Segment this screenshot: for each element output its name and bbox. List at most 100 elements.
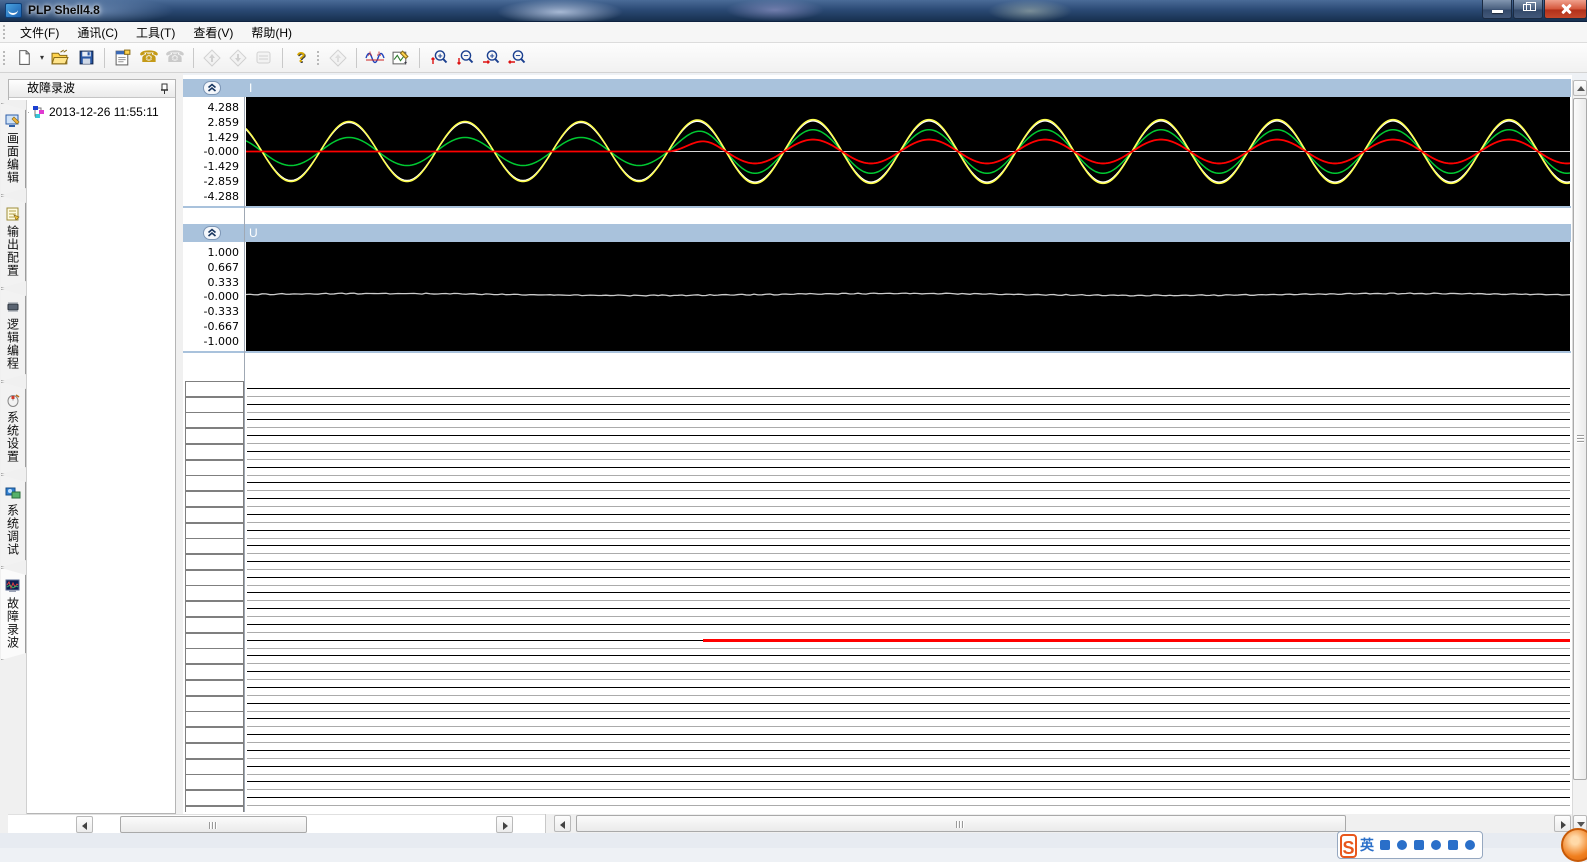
digital-row-separator [247,522,1570,523]
digital-channel-label[interactable] [185,570,244,586]
digital-channel-label[interactable] [185,806,244,812]
digital-channel-label[interactable] [185,507,244,523]
close-button[interactable] [1544,0,1587,19]
user-icon[interactable] [1431,840,1441,850]
plot-config-icon[interactable]: + [389,46,413,70]
digital-row-separator [247,538,1570,539]
svg-text:A: A [377,52,381,58]
digital-channel-label[interactable] [185,648,244,664]
sidebar-tab-系统设置[interactable]: 系统设置 [1,382,26,474]
keyboard-icon[interactable] [1414,840,1424,850]
digital-channel-label[interactable] [185,680,244,696]
help-icon[interactable]: ? [289,46,313,70]
digital-channel-label[interactable] [185,633,244,649]
digital-channel-label[interactable] [185,664,244,680]
restore-button[interactable] [1513,0,1543,19]
digital-channel-label[interactable] [185,428,244,444]
tree-item-record[interactable]: ·· 2013-12-26 11:55:11 [13,104,159,120]
ime-float-ball-icon[interactable] [1561,828,1587,862]
tree-hscrollbar [8,814,545,833]
fault-record-icon [5,579,21,593]
sidebar-tab-逻辑编程[interactable]: 逻辑编程 [1,289,26,381]
menu-item-4[interactable]: 帮助(H) [242,22,301,43]
minimize-button[interactable] [1482,0,1512,19]
digital-trace [247,671,1570,672]
title-bar[interactable]: PLP Shell4.8 [0,0,1587,22]
ime-logo-icon[interactable]: S [1340,834,1357,858]
digital-trace [247,624,1570,625]
collapse-chevron-icon[interactable] [203,226,221,240]
digital-channel-label[interactable] [185,727,244,743]
digital-channel-label[interactable] [185,397,244,413]
digital-channel-label[interactable] [185,790,244,806]
digital-channel-label[interactable] [185,444,244,460]
zoom-in-x-icon[interactable]: + [478,46,502,70]
digital-channel-label[interactable] [185,696,244,712]
svg-text:+: + [489,50,494,60]
panel-header-current[interactable]: I [183,79,1571,97]
digital-channel-label[interactable] [185,743,244,759]
open-icon[interactable] [48,46,72,70]
digital-channel-label[interactable] [185,759,244,775]
wrench-icon[interactable] [1465,840,1475,850]
digital-trace [247,750,1570,751]
scroll-up-button[interactable] [1573,80,1587,96]
pen-icon[interactable] [1380,840,1390,850]
sidebar-tab-系统调试[interactable]: 系统调试 [1,475,26,567]
y-tick-label: -0.000 [185,145,239,158]
y-tick-label: -0.333 [185,305,239,318]
digital-row-separator [247,443,1570,444]
sidebar-tab-画面编辑[interactable]: 画面编辑 [1,103,26,195]
toolbox-icon[interactable] [1448,840,1458,850]
scroll-left-button[interactable] [76,816,93,833]
properties-icon[interactable] [111,46,135,70]
menu-item-0[interactable]: 文件(F) [11,22,68,43]
mic-icon[interactable] [1397,840,1407,850]
scrollbar-thumb[interactable] [1573,98,1587,780]
scrollbar-thumb[interactable] [120,816,307,833]
scroll-left-button[interactable] [554,815,571,832]
ime-language-indicator[interactable]: 英 [1360,835,1374,855]
waveform-icon[interactable]: AA [363,46,387,70]
zoom-out-x-icon[interactable]: − [504,46,528,70]
zoom-in-y-icon[interactable]: + [426,46,450,70]
save-icon[interactable] [74,46,98,70]
digital-channel-label[interactable] [185,585,244,601]
digital-channel-label[interactable] [185,523,244,539]
digital-channel-label[interactable] [185,617,244,633]
zoom-out-y-icon[interactable]: − [452,46,476,70]
dial-icon[interactable]: ☎ [137,46,161,70]
digital-channel-label[interactable] [185,774,244,790]
menu-item-1[interactable]: 通讯(C) [68,22,127,43]
digital-channel-label[interactable] [185,711,244,727]
digital-row-separator [247,616,1570,617]
digital-trace [247,451,1570,452]
digital-trace [247,561,1570,562]
sidebar-tab-故障录波[interactable]: 故障录波 [1,568,26,660]
digital-trace [247,530,1570,531]
digital-channel-label[interactable] [185,475,244,491]
menu-grip[interactable] [3,25,7,39]
toolbar-grip[interactable] [3,51,7,65]
collapse-chevron-icon[interactable] [203,81,221,95]
sidebar-tab-输出配置[interactable]: 输出配置 [1,196,26,288]
new-dropdown-icon[interactable]: ▾ [37,46,47,70]
digital-channel-label[interactable] [185,460,244,476]
current-waveform-plot[interactable] [246,97,1570,206]
digital-channel-label[interactable] [185,554,244,570]
digital-channel-label[interactable] [185,601,244,617]
digital-channel-label[interactable] [185,491,244,507]
digital-channel-label[interactable] [185,412,244,428]
menu-item-2[interactable]: 工具(T) [127,22,184,43]
menu-item-3[interactable]: 查看(V) [184,22,242,43]
digital-channel-label[interactable] [185,381,244,397]
ime-toolbar[interactable]: S 英 [1337,831,1483,859]
scrollbar-thumb[interactable] [576,815,1346,832]
scroll-right-button[interactable] [496,816,513,833]
voltage-waveform-plot[interactable] [246,242,1570,351]
panel-header-voltage[interactable]: U [183,224,1571,242]
toolbar-grip[interactable] [317,51,321,65]
pin-icon[interactable] [157,82,171,96]
digital-channel-label[interactable] [185,538,244,554]
new-icon[interactable] [12,46,36,70]
